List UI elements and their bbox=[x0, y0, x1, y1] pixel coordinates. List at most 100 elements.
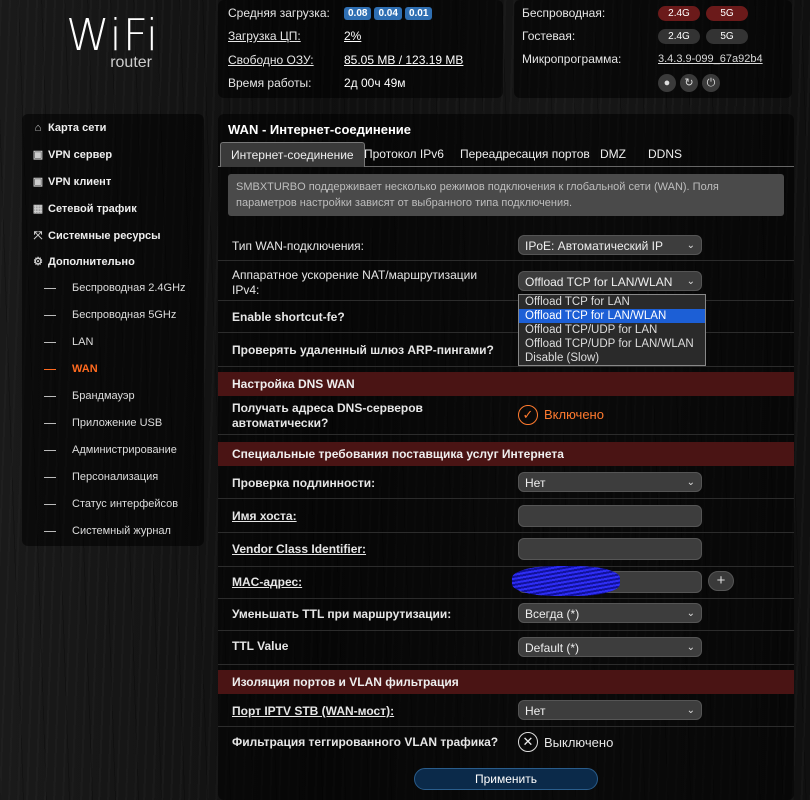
firmware-label: Микропрограмма: bbox=[522, 52, 622, 66]
sidebar-sub-label: Персонализация bbox=[72, 471, 159, 483]
nat-option-3[interactable]: Offload TCP/UDP for LAN bbox=[519, 323, 705, 337]
firmware-value[interactable]: 3.4.3.9-099_67a92b4 bbox=[658, 53, 763, 65]
sidebar-item-label: Системные ресурсы bbox=[48, 230, 161, 242]
sidebar-item-label: VPN клиент bbox=[48, 176, 112, 188]
vendor-input[interactable] bbox=[518, 538, 702, 560]
user-icon[interactable]: ● bbox=[658, 74, 676, 92]
guest-24g-badge[interactable]: 2.4G bbox=[658, 28, 700, 44]
chevron-down-icon: ⌄ bbox=[686, 276, 695, 287]
cpu-label[interactable]: Загрузка ЦП: bbox=[228, 29, 344, 43]
sidebar-sub-firewall[interactable]: Брандмауэр bbox=[44, 387, 135, 405]
sidebar-item-traffic[interactable]: ▦ Сетевой трафик bbox=[32, 200, 137, 218]
hostname-label: Имя хоста: bbox=[232, 509, 297, 523]
mac-label: MAC-адрес: bbox=[232, 575, 303, 589]
hostname-row: Имя хоста: bbox=[218, 500, 794, 533]
wireless-row: Беспроводная: 2.4G 5G bbox=[522, 3, 790, 23]
ram-row: Свободно ОЗУ: 85.05 MB / 123.19 MB bbox=[228, 50, 498, 70]
iptv-select[interactable]: Нет ⌄ bbox=[518, 700, 702, 720]
sidebar-sub-syslog[interactable]: Системный журнал bbox=[44, 522, 171, 540]
wireless-5g-badge[interactable]: 5G bbox=[706, 5, 748, 21]
sidebar-item-label: Карта сети bbox=[48, 122, 107, 134]
sidebar-sub-usb[interactable]: Приложение USB bbox=[44, 414, 162, 432]
vlan-filter-label: Фильтрация теггированного VLAN трафика? bbox=[232, 735, 499, 749]
dash-icon bbox=[44, 503, 56, 505]
redaction-scribble bbox=[512, 566, 620, 596]
sidebar-sub-wan[interactable]: WAN bbox=[44, 360, 98, 378]
ttl-reduce-select[interactable]: Всегда (*) ⌄ bbox=[518, 603, 702, 623]
nat-accel-value: Offload TCP for LAN/WLAN bbox=[525, 275, 673, 289]
tab-port-forwarding[interactable]: Переадресация портов bbox=[450, 142, 600, 166]
gear-icon: ⚙ bbox=[33, 256, 43, 268]
vlan-filter-row: Фильтрация теггированного VLAN трафика? … bbox=[218, 728, 794, 760]
sidebar-item-vpn-client[interactable]: ▣ VPN клиент bbox=[32, 173, 111, 191]
chevron-down-icon: ⌄ bbox=[686, 477, 695, 488]
iptv-row: Порт IPTV STB (WAN-мост): Нет ⌄ bbox=[218, 696, 794, 727]
dash-icon bbox=[44, 314, 56, 316]
sidebar-sub-label: WAN bbox=[72, 363, 98, 375]
apply-button[interactable]: Применить bbox=[414, 768, 598, 790]
nat-accel-select[interactable]: Offload TCP for LAN/WLAN ⌄ bbox=[518, 271, 702, 291]
close-icon[interactable]: ✕ bbox=[518, 732, 538, 752]
nat-option-1[interactable]: Offload TCP for LAN bbox=[519, 295, 705, 309]
tab-ipv6[interactable]: Протокол IPv6 bbox=[354, 142, 454, 166]
load-label: Средняя загрузка: bbox=[228, 6, 330, 20]
reboot-icon[interactable]: ↻ bbox=[680, 74, 698, 92]
chevron-down-icon: ⌄ bbox=[686, 642, 695, 653]
uptime-label: Время работы: bbox=[228, 76, 312, 90]
ttl-value-select[interactable]: Default (*) ⌄ bbox=[518, 637, 702, 657]
tab-internet[interactable]: Интернет-соединение bbox=[220, 142, 365, 167]
action-icons: ● ↻ ⏻ bbox=[658, 73, 810, 93]
wan-type-value: IPoE: Автоматический IP bbox=[525, 239, 663, 253]
plus-icon[interactable]: + bbox=[708, 571, 734, 591]
load-badge-2: 0.04 bbox=[374, 6, 402, 20]
auth-row: Проверка подлинности: Нет ⌄ bbox=[218, 468, 794, 499]
tab-ddns[interactable]: DDNS bbox=[638, 142, 692, 166]
sidebar-item-network-map[interactable]: ⌂ Карта сети bbox=[32, 119, 107, 137]
sidebar-item-label: Дополнительно bbox=[48, 256, 135, 268]
sidebar-item-advanced[interactable]: ⚙ Дополнительно bbox=[32, 253, 135, 271]
wireless-24g-badge[interactable]: 2.4G bbox=[658, 5, 700, 21]
chevron-down-icon: ⌄ bbox=[686, 608, 695, 619]
hostname-input[interactable] bbox=[518, 505, 702, 527]
traffic-icon: ▦ bbox=[32, 203, 44, 215]
dash-icon bbox=[44, 422, 56, 424]
tab-dmz[interactable]: DMZ bbox=[590, 142, 636, 166]
iptv-value: Нет bbox=[525, 704, 546, 718]
power-icon[interactable]: ⏻ bbox=[702, 74, 720, 92]
wan-type-select[interactable]: IPoE: Автоматический IP ⌄ bbox=[518, 235, 702, 255]
dns-auto-label: Получать адреса DNS-серверов автоматичес… bbox=[232, 401, 423, 430]
load-row: Средняя загрузка: 0.08 0.04 0.01 bbox=[228, 3, 498, 23]
sidebar-sub-label: Статус интерфейсов bbox=[72, 498, 179, 510]
ram-label[interactable]: Свободно ОЗУ: bbox=[228, 53, 344, 67]
firmware-row: Микропрограмма: 3.4.3.9-099_67a92b4 bbox=[522, 49, 790, 69]
nat-option-2[interactable]: Offload TCP for LAN/WLAN bbox=[519, 309, 705, 323]
dns-auto-row: Получать адреса DNS-серверов автоматичес… bbox=[218, 398, 794, 435]
sidebar-sub-personalize[interactable]: Персонализация bbox=[44, 468, 158, 486]
vpn-client-icon: ▣ bbox=[32, 176, 44, 188]
uptime-value: 2д 00ч 49м bbox=[344, 76, 406, 90]
ttl-reduce-label: Уменьшать TTL при маршрутизации: bbox=[232, 607, 452, 621]
sidebar-sub-admin[interactable]: Администрирование bbox=[44, 441, 177, 459]
sidebar-sub-wireless24[interactable]: Беспроводная 2.4GHz bbox=[44, 279, 186, 297]
sidebar-sub-wireless5[interactable]: Беспроводная 5GHz bbox=[44, 306, 176, 324]
arp-row: Проверять удаленный шлюз ARP-пингами? bbox=[218, 334, 794, 367]
guest-5g-badge[interactable]: 5G bbox=[706, 28, 748, 44]
auth-label: Проверка подлинности: bbox=[232, 476, 376, 490]
nat-option-4[interactable]: Offload TCP/UDP for LAN/WLAN bbox=[519, 337, 705, 351]
auth-select[interactable]: Нет ⌄ bbox=[518, 472, 702, 492]
checkmark-icon[interactable]: ✓ bbox=[518, 405, 538, 425]
vendor-row: Vendor Class Identifier: bbox=[218, 534, 794, 567]
shortcut-row: Enable shortcut-fe? bbox=[218, 302, 794, 333]
ttl-reduce-row: Уменьшать TTL при маршрутизации: Всегда … bbox=[218, 600, 794, 631]
sidebar-item-vpn-server[interactable]: ▣ VPN сервер bbox=[32, 146, 112, 164]
sidebar-item-resources[interactable]: ⤧ Системные ресурсы bbox=[32, 227, 161, 245]
vendor-label: Vendor Class Identifier: bbox=[232, 542, 367, 556]
sidebar-sub-ifstatus[interactable]: Статус интерфейсов bbox=[44, 495, 178, 513]
sidebar-sub-label: LAN bbox=[72, 336, 94, 348]
ttl-value-value: Default (*) bbox=[525, 641, 580, 655]
chevron-down-icon: ⌄ bbox=[686, 240, 695, 251]
nat-option-5[interactable]: Disable (Slow) bbox=[519, 351, 705, 365]
dash-icon bbox=[44, 368, 56, 370]
sidebar-sub-lan[interactable]: LAN bbox=[44, 333, 93, 351]
nat-accel-label: Аппаратное ускорение NAT/маршрутизации I… bbox=[232, 268, 478, 297]
